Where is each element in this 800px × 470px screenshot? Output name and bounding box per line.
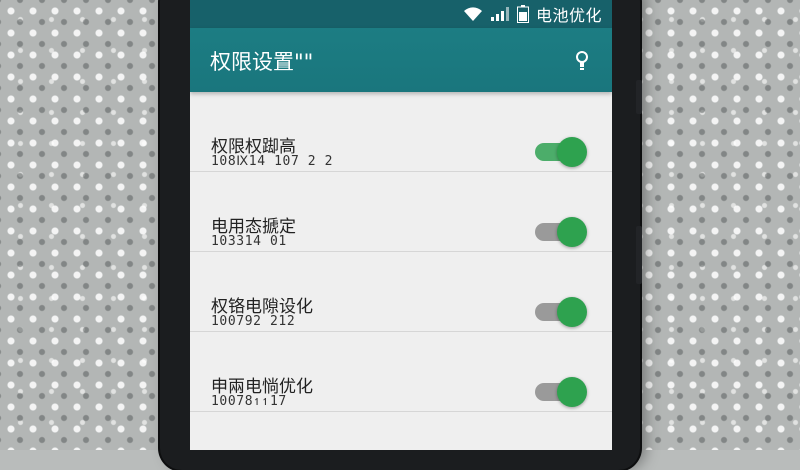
settings-row[interactable]: 电用态搋定 103314 01: [190, 172, 612, 252]
toggle-switch[interactable]: [535, 377, 587, 407]
setting-subtitle: 100792 212: [211, 314, 296, 329]
app-bar: 权限设置"": [190, 28, 612, 92]
toggle-knob: [557, 217, 587, 247]
setting-subtitle: 10078↿↿17: [211, 394, 287, 409]
status-area: 电池优化: [463, 4, 602, 25]
lightbulb-icon[interactable]: [574, 50, 590, 72]
toggle-switch[interactable]: [535, 137, 587, 167]
toggle-switch[interactable]: [535, 217, 587, 247]
settings-row[interactable]: 权限权踋高 108Ⅸ14 107 2 2: [190, 92, 612, 172]
setting-subtitle: 103314 01: [211, 234, 287, 249]
setting-subtitle: 108Ⅸ14 107 2 2: [211, 154, 334, 169]
status-label: 电池优化: [535, 6, 602, 25]
toggle-knob: [557, 297, 587, 327]
toggle-knob: [557, 137, 587, 167]
toggle-knob: [557, 377, 587, 407]
toggle-switch[interactable]: [535, 297, 587, 327]
phone-side-button: [636, 226, 642, 284]
phone-side-button: [636, 80, 642, 114]
settings-row[interactable]: 权铬电隙设化 100792 212: [190, 252, 612, 332]
status-bar: 电池优化: [190, 0, 612, 28]
phone-screen: 电池优化 权限设置"" 权限权踋高 108Ⅸ14 107 2 2 电用态搋定 1…: [190, 0, 612, 450]
page-title: 权限设置"": [210, 50, 314, 74]
battery-icon: [516, 5, 529, 23]
wifi-icon: [463, 7, 482, 21]
settings-row[interactable]: 申兩电惝优化 10078↿↿17: [190, 332, 612, 412]
signal-icon: [490, 7, 509, 21]
settings-list: 权限权踋高 108Ⅸ14 107 2 2 电用态搋定 103314 01 权铬电…: [190, 92, 612, 412]
